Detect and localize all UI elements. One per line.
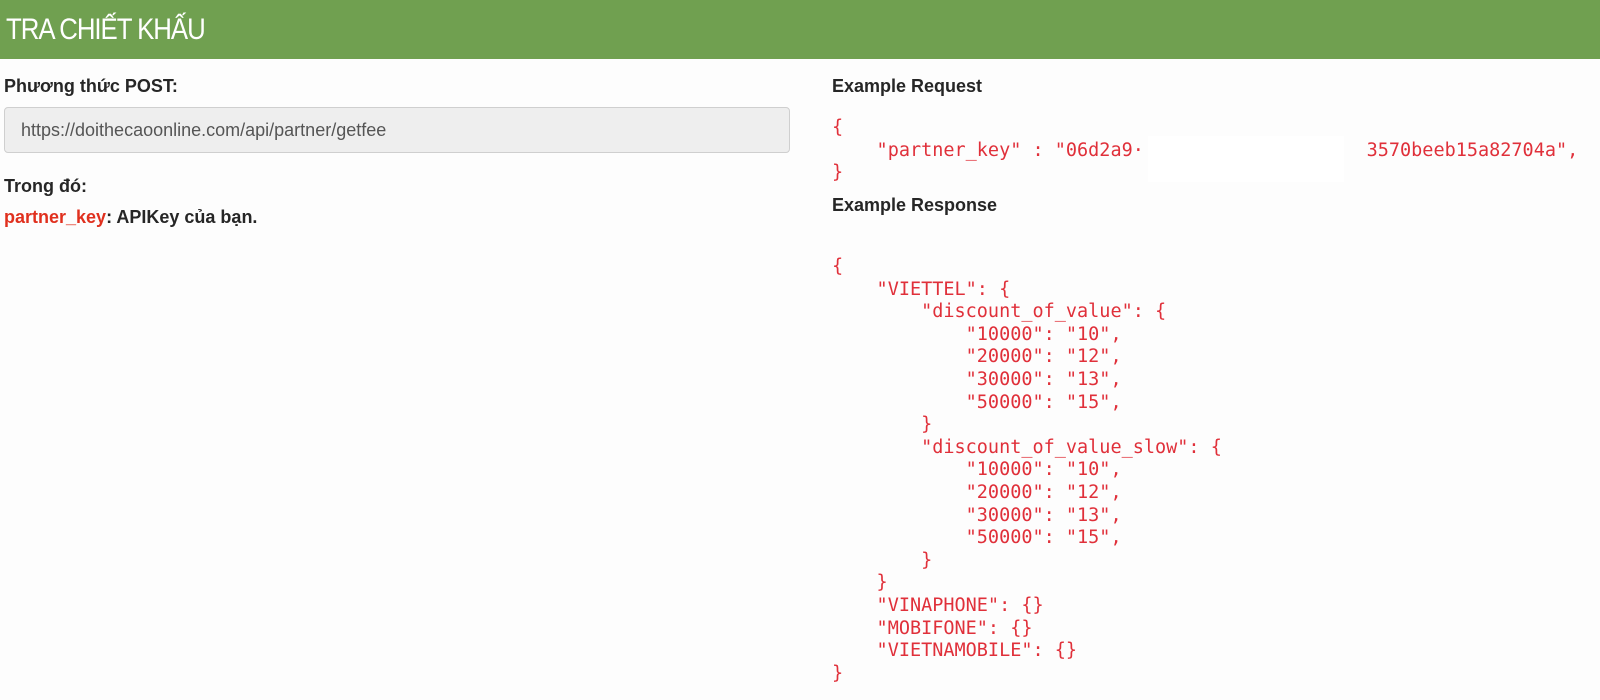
method-label: Phương thức POST: xyxy=(4,76,178,96)
param-description: partner_key: APIKey của bạn. xyxy=(4,207,257,228)
param-key: partner_key xyxy=(4,207,107,227)
endpoint-url-field[interactable]: https://doithecaoonline.com/api/partner/… xyxy=(4,107,790,153)
response-title: Example Response xyxy=(832,195,998,215)
response-code-block: { "VIETTEL": { "discount_of_value": { "1… xyxy=(832,256,1222,684)
page-header: TRA CHIẾT KHẤU xyxy=(0,0,1600,59)
param-desc: : APIKey của bạn. xyxy=(106,207,258,227)
page-title: TRA CHIẾT KHẤU xyxy=(6,13,206,46)
request-title: Example Request xyxy=(832,76,983,96)
redaction-mask xyxy=(1148,136,1344,182)
where-label: Trong đó: xyxy=(4,176,87,196)
